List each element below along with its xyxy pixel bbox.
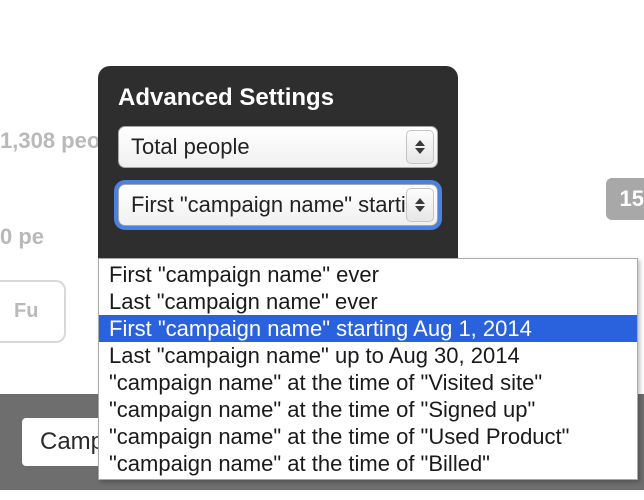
truncated-panel-label: Fu (14, 300, 38, 322)
select-value: Total people (131, 134, 250, 160)
dropdown-option[interactable]: "campaign name" at the time of "Used Pro… (99, 423, 637, 450)
select-stepper-icon (406, 188, 434, 222)
campaign-name-dropdown[interactable]: First "campaign name" everLast "campaign… (98, 258, 638, 480)
dropdown-option[interactable]: First "campaign name" ever (99, 261, 637, 288)
total-people-select[interactable]: Total people (118, 126, 438, 168)
stat-people-1308: 1,308 peo (0, 128, 100, 154)
stat-people-0: 0 pe (0, 224, 44, 250)
dropdown-option[interactable]: "campaign name" at the time of "Visited … (99, 369, 637, 396)
truncated-panel: Fu (0, 280, 66, 343)
popover-title: Advanced Settings (118, 84, 438, 112)
dropdown-option[interactable]: First "campaign name" starting Aug 1, 20… (99, 315, 637, 342)
select-stepper-icon (406, 130, 434, 164)
dropdown-option[interactable]: Last "campaign name" up to Aug 30, 2014 (99, 342, 637, 369)
select-value: First "campaign name" starting . (131, 192, 438, 218)
dropdown-option[interactable]: "campaign name" at the time of "Signed u… (99, 396, 637, 423)
campaign-name-select[interactable]: First "campaign name" starting . (118, 184, 438, 226)
dropdown-option[interactable]: "campaign name" at the time of "Billed" (99, 450, 637, 477)
dropdown-option[interactable]: Last "campaign name" ever (99, 288, 637, 315)
count-badge: 15 (606, 178, 644, 220)
